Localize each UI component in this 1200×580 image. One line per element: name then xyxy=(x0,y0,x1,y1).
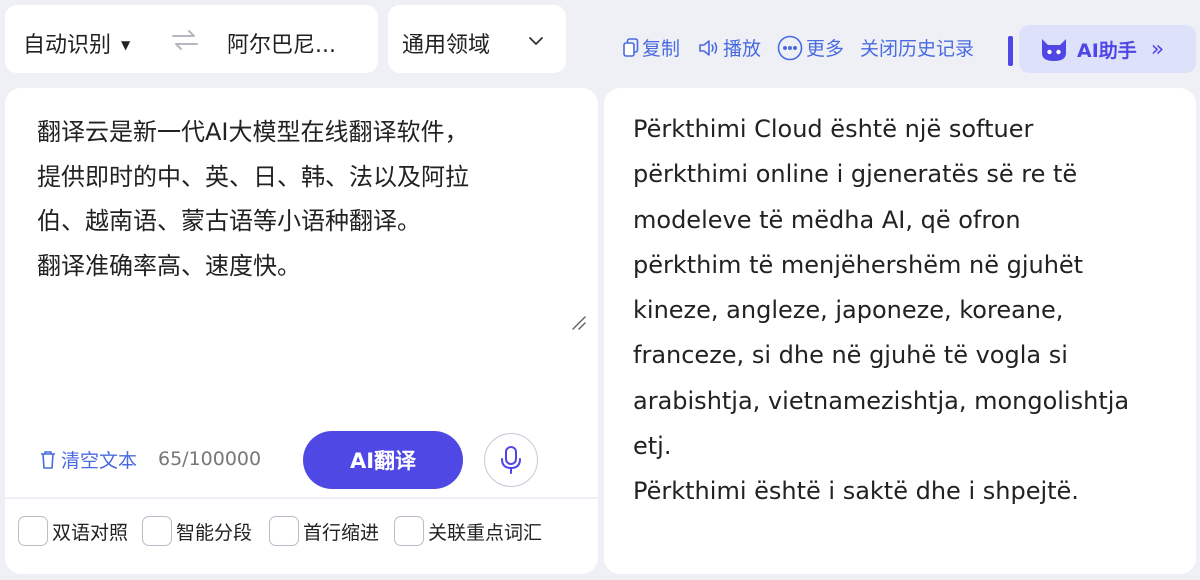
caret-down-icon: ▼ xyxy=(121,37,131,52)
domain-label: 通用领域 xyxy=(402,33,491,58)
checkbox-box[interactable] xyxy=(18,516,48,546)
key-vocabulary-checkbox[interactable]: 关联重点词汇 xyxy=(394,516,542,546)
bilingual-checkbox[interactable]: 双语对照 xyxy=(18,516,128,546)
microphone-icon xyxy=(501,446,521,474)
key-vocabulary-label: 关联重点词汇 xyxy=(428,521,543,544)
checkbox-box[interactable] xyxy=(269,516,299,546)
ai-assistant-button[interactable]: AI助手 » xyxy=(1019,25,1196,73)
play-label: 播放 xyxy=(723,38,762,60)
copy-label: 复制 xyxy=(642,38,681,60)
language-selector: 自动识别 ▼ 阿尔巴尼... xyxy=(5,5,378,73)
more-button[interactable]: 更多 xyxy=(777,34,844,61)
cat-mascot-icon xyxy=(1042,39,1066,61)
clear-text-button[interactable]: 清空文本 xyxy=(39,446,137,473)
microphone-button[interactable] xyxy=(484,433,538,487)
more-label: 更多 xyxy=(806,38,845,60)
copy-button[interactable]: 复制 xyxy=(623,34,680,61)
translation-output: Përkthimi Cloud është një softuer përkth… xyxy=(633,115,1130,506)
smart-paragraph-label: 智能分段 xyxy=(176,521,253,544)
more-dots-icon xyxy=(777,35,803,60)
first-line-indent-checkbox[interactable]: 首行缩进 xyxy=(269,516,379,546)
copy-icon xyxy=(623,38,639,57)
speaker-icon xyxy=(699,39,718,56)
bilingual-label: 双语对照 xyxy=(52,521,129,544)
close-history-button[interactable]: 关闭历史记录 xyxy=(860,34,974,61)
ai-translate-button[interactable]: AI翻译 xyxy=(303,431,463,489)
toolbar-divider xyxy=(1008,36,1013,66)
checkbox-box[interactable] xyxy=(394,516,424,546)
first-line-indent-label: 首行缩进 xyxy=(303,521,380,544)
smart-paragraph-checkbox[interactable]: 智能分段 xyxy=(142,516,252,546)
resize-handle-icon[interactable] xyxy=(570,314,586,330)
trash-icon xyxy=(41,450,55,469)
source-language-dropdown[interactable]: 自动识别 ▼ xyxy=(23,27,130,59)
character-count: 65/100000 xyxy=(158,448,262,470)
target-language-dropdown[interactable]: 阿尔巴尼... xyxy=(227,27,336,59)
options-divider xyxy=(5,497,598,499)
double-chevron-right-icon: » xyxy=(1150,36,1165,62)
source-language-label: 自动识别 xyxy=(23,33,112,58)
source-text-input[interactable]: 翻译云是新一代AI大模型在线翻译软件， 提供即时的中、英、日、韩、法以及阿拉 伯… xyxy=(37,110,577,288)
ai-assistant-label: AI助手 xyxy=(1077,39,1137,62)
play-button[interactable]: 播放 xyxy=(698,34,761,61)
clear-text-label: 清空文本 xyxy=(61,450,138,472)
chevron-down-icon xyxy=(529,37,543,45)
checkbox-box[interactable] xyxy=(142,516,172,546)
swap-languages-icon[interactable] xyxy=(170,29,200,51)
domain-dropdown[interactable]: 通用领域 xyxy=(388,5,566,73)
source-panel: 翻译云是新一代AI大模型在线翻译软件， 提供即时的中、英、日、韩、法以及阿拉 伯… xyxy=(5,88,598,574)
translation-panel: Përkthimi Cloud është një softuer përkth… xyxy=(604,88,1196,574)
